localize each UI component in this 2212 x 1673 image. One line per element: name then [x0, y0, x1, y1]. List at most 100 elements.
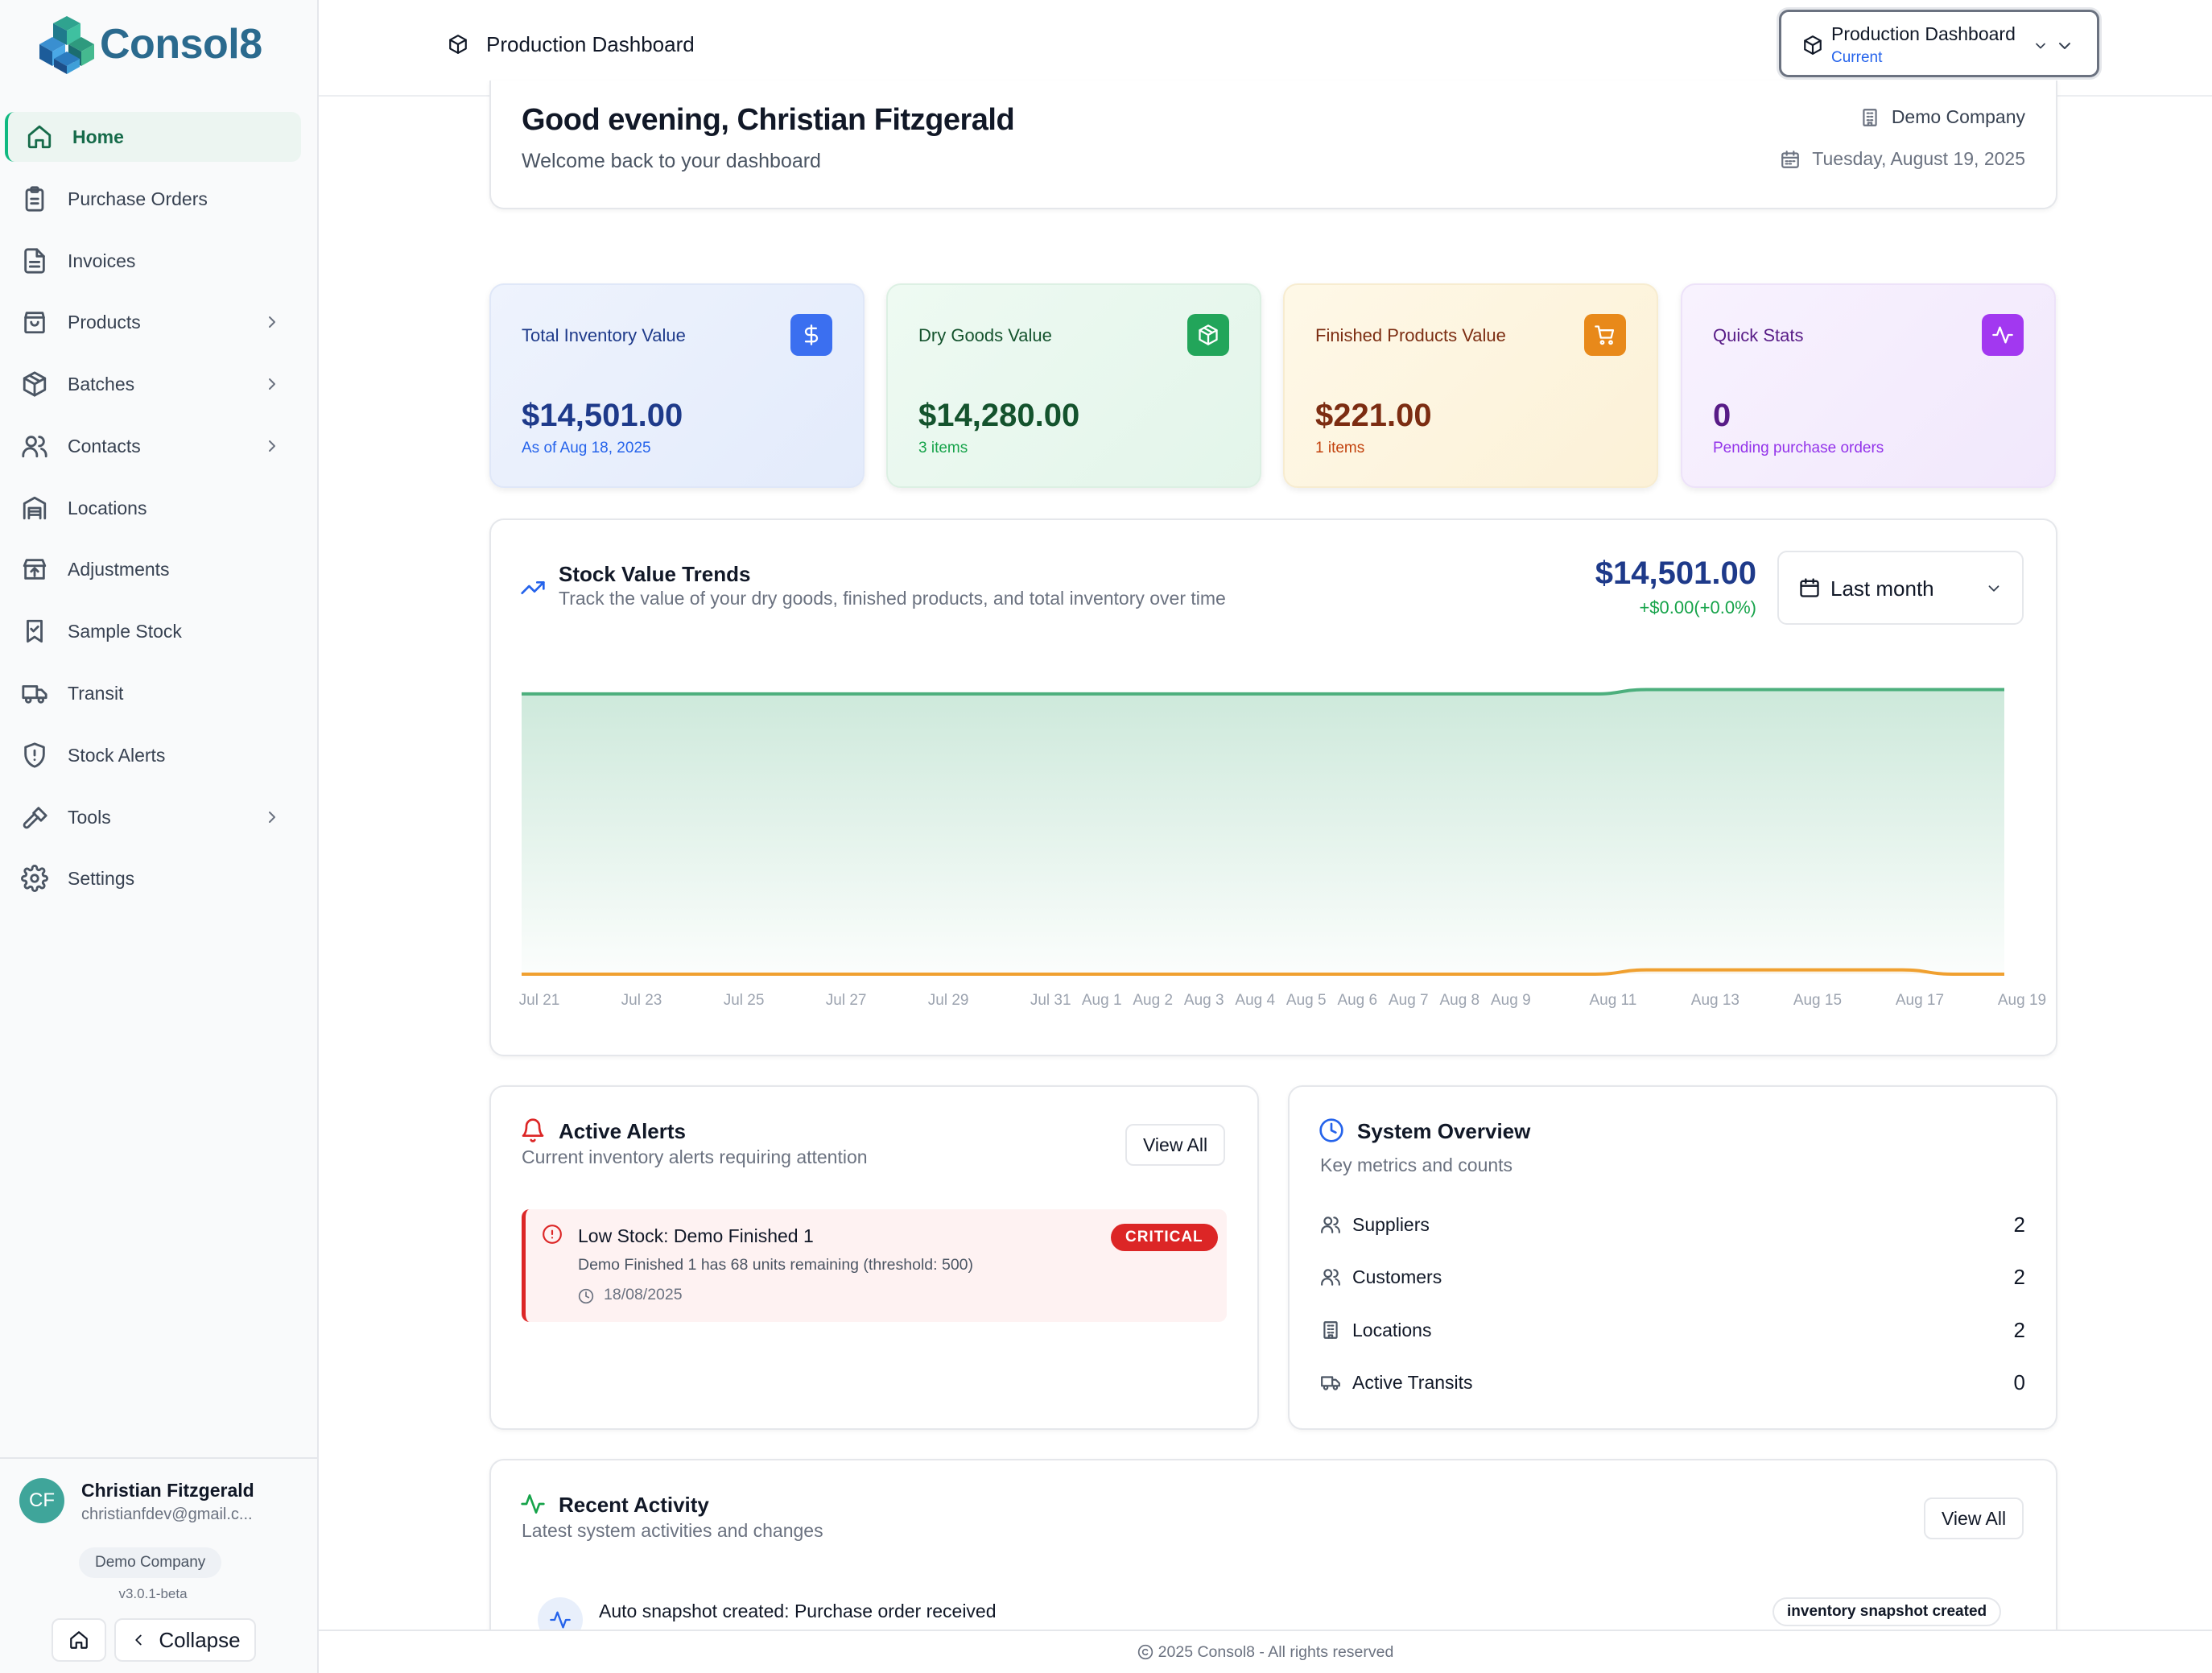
x-tick-label: Aug 3 — [1184, 992, 1224, 1009]
x-tick-label: Aug 7 — [1389, 992, 1429, 1009]
sidebar-item-label: Locations — [68, 497, 147, 518]
dashboard-selector[interactable]: Production Dashboard Current — [1779, 10, 2099, 77]
x-tick-label: Aug 5 — [1286, 992, 1327, 1009]
x-tick-label: Aug 4 — [1235, 992, 1275, 1009]
activity-type-badge: inventory snapshot created — [1772, 1597, 2002, 1626]
overview-label: Suppliers — [1352, 1213, 1430, 1235]
building-icon — [1863, 108, 1877, 126]
collapse-label: Collapse — [159, 1627, 241, 1652]
welcome-card — [489, 81, 2057, 209]
current-date: Tuesday, August 19, 2025 — [1780, 148, 2025, 170]
sidebar-item-sample-stock[interactable]: Sample Stock — [5, 606, 301, 656]
stat-subtext: 3 items — [918, 440, 968, 456]
sidebar-item-contacts[interactable]: Contacts — [5, 421, 301, 471]
trend-subtitle: Track the value of your dry goods, finis… — [559, 588, 1226, 609]
sidebar-item-label: Tools — [68, 806, 111, 828]
trend-total-value: $14,501.00 — [1595, 556, 1756, 591]
gear-icon — [21, 865, 48, 892]
users-icon — [1321, 1269, 1340, 1286]
dollar-icon — [790, 314, 832, 356]
sidebar-item-settings[interactable]: Settings — [5, 853, 301, 903]
x-tick-label: Jul 31 — [1030, 992, 1071, 1009]
overview-row-active-transits: Active Transits 0 — [1320, 1366, 2025, 1398]
app-logo[interactable]: Consol8 — [39, 13, 272, 76]
stat-label: Total Inventory Value — [522, 325, 686, 345]
stat-card-quick-stats[interactable]: Quick Stats 0 Pending purchase orders — [1681, 283, 2056, 488]
chevron-down-icon — [2059, 43, 2070, 49]
sidebar-item-label: Batches — [68, 373, 135, 394]
calendar-icon — [1781, 150, 1800, 168]
sidebar-item-home[interactable]: Home — [5, 112, 301, 162]
activity-title: Recent Activity — [559, 1493, 709, 1517]
warehouse-icon — [23, 496, 47, 520]
users-icon — [22, 436, 47, 458]
alert-description: Demo Finished 1 has 68 units remaining (… — [578, 1256, 974, 1274]
activity-item-title: Auto snapshot created: Purchase order re… — [599, 1601, 997, 1621]
sidebar-item-batches[interactable]: Batches — [5, 359, 301, 409]
activity-view-all-button[interactable]: View All — [1924, 1497, 2024, 1539]
home-icon — [70, 1631, 88, 1649]
stat-subtext: Pending purchase orders — [1713, 440, 1884, 456]
sidebar-item-products[interactable]: Products — [5, 297, 301, 347]
sidebar-item-invoices[interactable]: Invoices — [5, 236, 301, 286]
box-icon — [23, 371, 47, 397]
overview-title: System Overview — [1357, 1119, 1531, 1143]
stat-label: Quick Stats — [1713, 325, 1804, 345]
stat-value: $14,280.00 — [918, 398, 1080, 433]
company-name: Demo Company — [1859, 106, 2025, 128]
x-tick-label: Aug 15 — [1793, 992, 1842, 1009]
collapse-button[interactable]: Collapse — [114, 1618, 256, 1662]
time-range-select[interactable]: Last month — [1777, 551, 2024, 625]
x-tick-label: Jul 27 — [826, 992, 867, 1009]
welcome-subtitle: Welcome back to your dashboard — [522, 150, 821, 172]
overview-value: 0 — [2013, 1369, 2025, 1394]
logo-cubes-icon — [39, 16, 94, 74]
company-name-text: Demo Company — [1891, 106, 2025, 127]
stat-card-finished-products[interactable]: Finished Products Value $221.00 1 items — [1283, 283, 1658, 488]
sidebar-item-tools[interactable]: Tools — [5, 792, 301, 842]
page-footer: 2025 Consol8 - All rights reserved — [319, 1630, 2212, 1673]
stat-card-total-inventory[interactable]: Total Inventory Value $14,501.00 As of A… — [489, 283, 865, 488]
building-icon — [1323, 1321, 1338, 1339]
hammer-icon — [23, 807, 47, 829]
company-badge[interactable]: Demo Company — [79, 1547, 222, 1578]
sidebar-item-label: Home — [72, 126, 124, 147]
sidebar-item-stock-alerts[interactable]: Stock Alerts — [5, 730, 301, 780]
x-tick-label: Aug 2 — [1133, 992, 1173, 1009]
activity-icon — [521, 1494, 545, 1514]
copyright-icon — [1137, 1644, 1153, 1660]
activity-icon — [1982, 314, 2024, 356]
sidebar-item-label: Products — [68, 311, 141, 333]
overview-label: Locations — [1352, 1319, 1432, 1340]
x-tick-label: Aug 6 — [1337, 992, 1377, 1009]
dashboard-selector-status: Current — [1831, 49, 1883, 66]
sidebar-item-label: Adjustments — [68, 558, 170, 580]
alerts-view-all-button[interactable]: View All — [1125, 1124, 1226, 1166]
x-tick-label: Aug 17 — [1896, 992, 1944, 1009]
stat-subtext: 1 items — [1315, 440, 1365, 456]
sidebar-item-adjustments[interactable]: Adjustments — [5, 544, 301, 594]
stat-card-dry-goods[interactable]: Dry Goods Value $14,280.00 3 items — [886, 283, 1261, 488]
sidebar-item-locations[interactable]: Locations — [5, 483, 301, 533]
home-button[interactable] — [52, 1618, 106, 1662]
sidebar-item-transit[interactable]: Transit — [5, 668, 301, 718]
sidebar-item-purchase-orders[interactable]: Purchase Orders — [5, 174, 301, 224]
chart-area-series-a — [522, 689, 2004, 974]
overview-value: 2 — [2013, 1264, 2025, 1289]
x-tick-label: Aug 11 — [1589, 992, 1636, 1009]
x-tick-label: Jul 25 — [724, 992, 765, 1009]
stat-subtext: As of Aug 18, 2025 — [522, 440, 651, 456]
page-title-text: Production Dashboard — [486, 31, 695, 56]
user-name: Christian Fitzgerald — [81, 1480, 254, 1501]
box-icon — [449, 35, 467, 54]
truck-icon — [1321, 1376, 1340, 1390]
clock-icon — [578, 1288, 594, 1304]
file-text-icon — [24, 248, 45, 274]
alert-date: 18/08/2025 — [604, 1286, 683, 1303]
avatar[interactable]: CF — [19, 1478, 64, 1523]
trend-title: Stock Value Trends — [559, 562, 751, 586]
stat-value: $221.00 — [1315, 398, 1432, 433]
shield-alert-icon — [24, 742, 45, 768]
stat-value: $14,501.00 — [522, 398, 683, 433]
truck-icon — [22, 685, 47, 704]
